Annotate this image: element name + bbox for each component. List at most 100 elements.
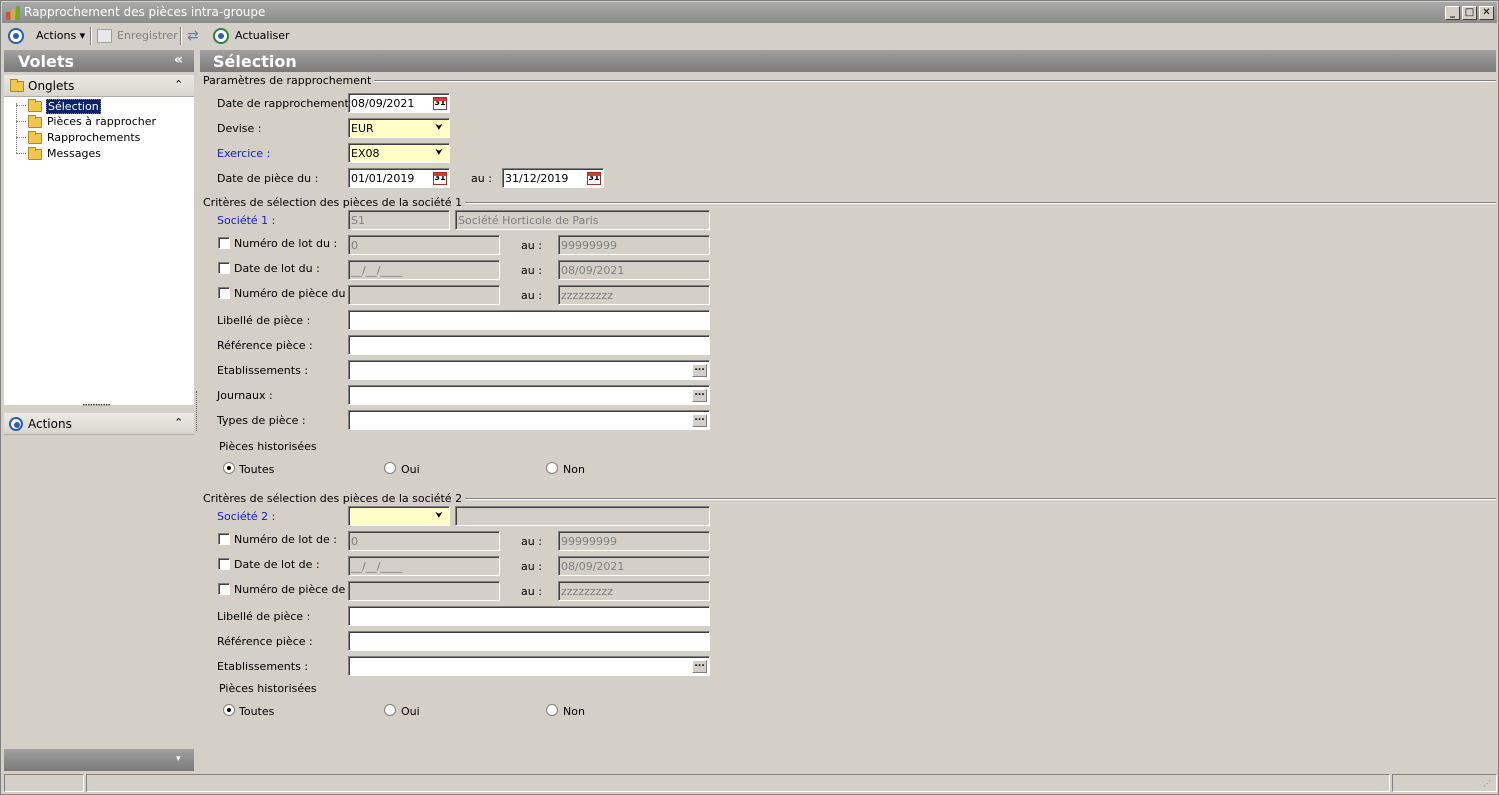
volets-title: Volets (18, 52, 75, 71)
tree-item-messages[interactable]: Messages (47, 147, 101, 160)
numero-lot-to-input: 99999999 (558, 235, 710, 255)
numero-piece-checkbox[interactable] (218, 583, 230, 595)
actions-group-header[interactable]: Actions ⌃ (4, 413, 194, 435)
dropdown-icon[interactable]: ⮟ (433, 122, 445, 134)
ellipsis-button[interactable]: ... (692, 389, 707, 402)
actions-menu-button[interactable]: Actions ▾ (36, 29, 85, 42)
numero-lot-from-input: 0 (348, 531, 500, 551)
pieces-historisees-label: Pièces historisées (219, 682, 317, 695)
app-window: Rapprochement des pièces intra-groupe _ … (0, 0, 1499, 795)
date-rapprochement-input[interactable]: 08/09/2021 31 (348, 93, 450, 113)
date-lot-label: Date de lot de : (234, 558, 320, 571)
radio-toutes[interactable] (223, 462, 235, 474)
enregistrer-button[interactable]: Enregistrer (117, 29, 178, 42)
libelle-input[interactable] (348, 310, 710, 330)
radio-oui-label: Oui (401, 705, 420, 718)
chevron-up-icon[interactable]: ⌃ (174, 416, 183, 429)
numero-lot-to-input: 99999999 (558, 531, 710, 551)
types-piece-input[interactable]: ... (348, 410, 710, 430)
close-button[interactable]: ✕ (1479, 6, 1494, 20)
numero-piece-label: Numéro de pièce du : (234, 287, 353, 300)
numero-lot-checkbox[interactable] (218, 533, 230, 545)
types-piece-label: Types de pièce : (217, 414, 306, 427)
radio-oui[interactable] (384, 704, 396, 716)
minimize-button[interactable]: _ (1445, 6, 1460, 20)
radio-oui[interactable] (384, 462, 396, 474)
etablissements-label: Etablissements : (217, 364, 309, 377)
folder-icon (28, 115, 42, 128)
radio-toutes[interactable] (223, 704, 235, 716)
date-lot-checkbox[interactable] (218, 558, 230, 570)
folder-icon (28, 147, 42, 160)
exercice-label: Exercice : (217, 147, 271, 160)
chevron-down-icon[interactable]: ▾ (176, 754, 181, 764)
societe1-code-input: S1 (348, 210, 450, 230)
date-lot-to-input: 08/09/2021 (558, 260, 710, 280)
numero-piece-checkbox[interactable] (218, 287, 230, 299)
tree-line (16, 153, 26, 154)
tree-item-rapprochements[interactable]: Rapprochements (47, 131, 140, 144)
calendar-icon[interactable]: 31 (433, 97, 447, 110)
societe1-name-input: Société Horticole de Paris (455, 210, 710, 230)
tree-line (16, 105, 26, 106)
etablissements-input[interactable]: ... (348, 360, 710, 380)
au-label: au : (521, 585, 542, 598)
libelle-input[interactable] (348, 606, 710, 626)
toolbar-separator (180, 27, 182, 45)
tree-item-selection[interactable]: Sélection (46, 99, 101, 114)
section-title: Critères de sélection des pièces de la s… (203, 492, 466, 505)
status-pane (4, 774, 84, 792)
date-lot-from-input: __/__/____ (348, 260, 500, 280)
numero-lot-label: Numéro de lot de : (234, 533, 337, 546)
tabs-tree: Sélection Pièces à rapprocher Rapprochem… (4, 97, 194, 405)
au-label: au : (521, 239, 542, 252)
collapse-panel-button[interactable]: « (174, 52, 183, 68)
exercice-select[interactable]: EX08 ⮟ (348, 143, 450, 163)
section-title: Critères de sélection des pièces de la s… (203, 196, 466, 209)
maximize-button[interactable]: □ (1462, 6, 1477, 20)
dropdown-icon[interactable]: ⮟ (433, 510, 445, 522)
chevron-up-icon[interactable]: ⌃ (174, 78, 183, 91)
societe2-select[interactable]: ⮟ (348, 506, 450, 526)
journaux-input[interactable]: ... (348, 385, 710, 405)
main-header: Sélection (200, 50, 1496, 72)
au-label: au : (471, 172, 492, 185)
calendar-icon[interactable]: 31 (433, 172, 447, 185)
folder-icon (10, 79, 24, 92)
ellipsis-button[interactable]: ... (692, 364, 707, 377)
etablissements-input[interactable]: ... (348, 656, 710, 676)
ellipsis-button[interactable]: ... (692, 660, 707, 673)
date-lot-from-input: __/__/____ (348, 556, 500, 576)
actualiser-button[interactable]: Actualiser (235, 29, 290, 42)
date-piece-from-input[interactable]: 01/01/2019 31 (348, 168, 450, 188)
dropdown-icon[interactable]: ⮟ (433, 147, 445, 159)
societe1-label: Société 1 : (217, 214, 276, 227)
main-panel: Sélection Paramètres de rapprochement Da… (200, 49, 1497, 773)
reference-input[interactable] (348, 631, 710, 651)
page-title: Sélection (213, 52, 297, 71)
save-icon (97, 29, 112, 43)
tree-line (16, 121, 26, 122)
date-piece-to-input[interactable]: 31/12/2019 31 (502, 168, 604, 188)
devise-select[interactable]: EUR ⮟ (348, 118, 450, 138)
splitter-grip[interactable]: ••••••••••• (82, 402, 111, 409)
radio-non[interactable] (546, 462, 558, 474)
onglets-group-header[interactable]: Onglets ⌃ (4, 75, 194, 97)
sync-icon[interactable]: ⇄ (187, 28, 203, 44)
tree-item-pieces-a-rapprocher[interactable]: Pièces à rapprocher (47, 115, 156, 128)
ellipsis-button[interactable]: ... (692, 414, 707, 427)
radio-toutes-label: Toutes (239, 705, 275, 718)
resize-grip-icon[interactable]: ⋰ (1483, 779, 1491, 788)
radio-oui-label: Oui (401, 463, 420, 476)
etablissements-label: Etablissements : (217, 660, 309, 673)
tree-line (16, 137, 26, 138)
radio-non-label: Non (563, 463, 585, 476)
radio-non[interactable] (546, 704, 558, 716)
au-label: au : (521, 264, 542, 277)
panel-splitter[interactable] (196, 391, 197, 431)
calendar-icon[interactable]: 31 (587, 172, 601, 185)
libelle-label: Libellé de pièce : (217, 610, 311, 623)
date-lot-checkbox[interactable] (218, 262, 230, 274)
numero-lot-checkbox[interactable] (218, 237, 230, 249)
reference-input[interactable] (348, 335, 710, 355)
